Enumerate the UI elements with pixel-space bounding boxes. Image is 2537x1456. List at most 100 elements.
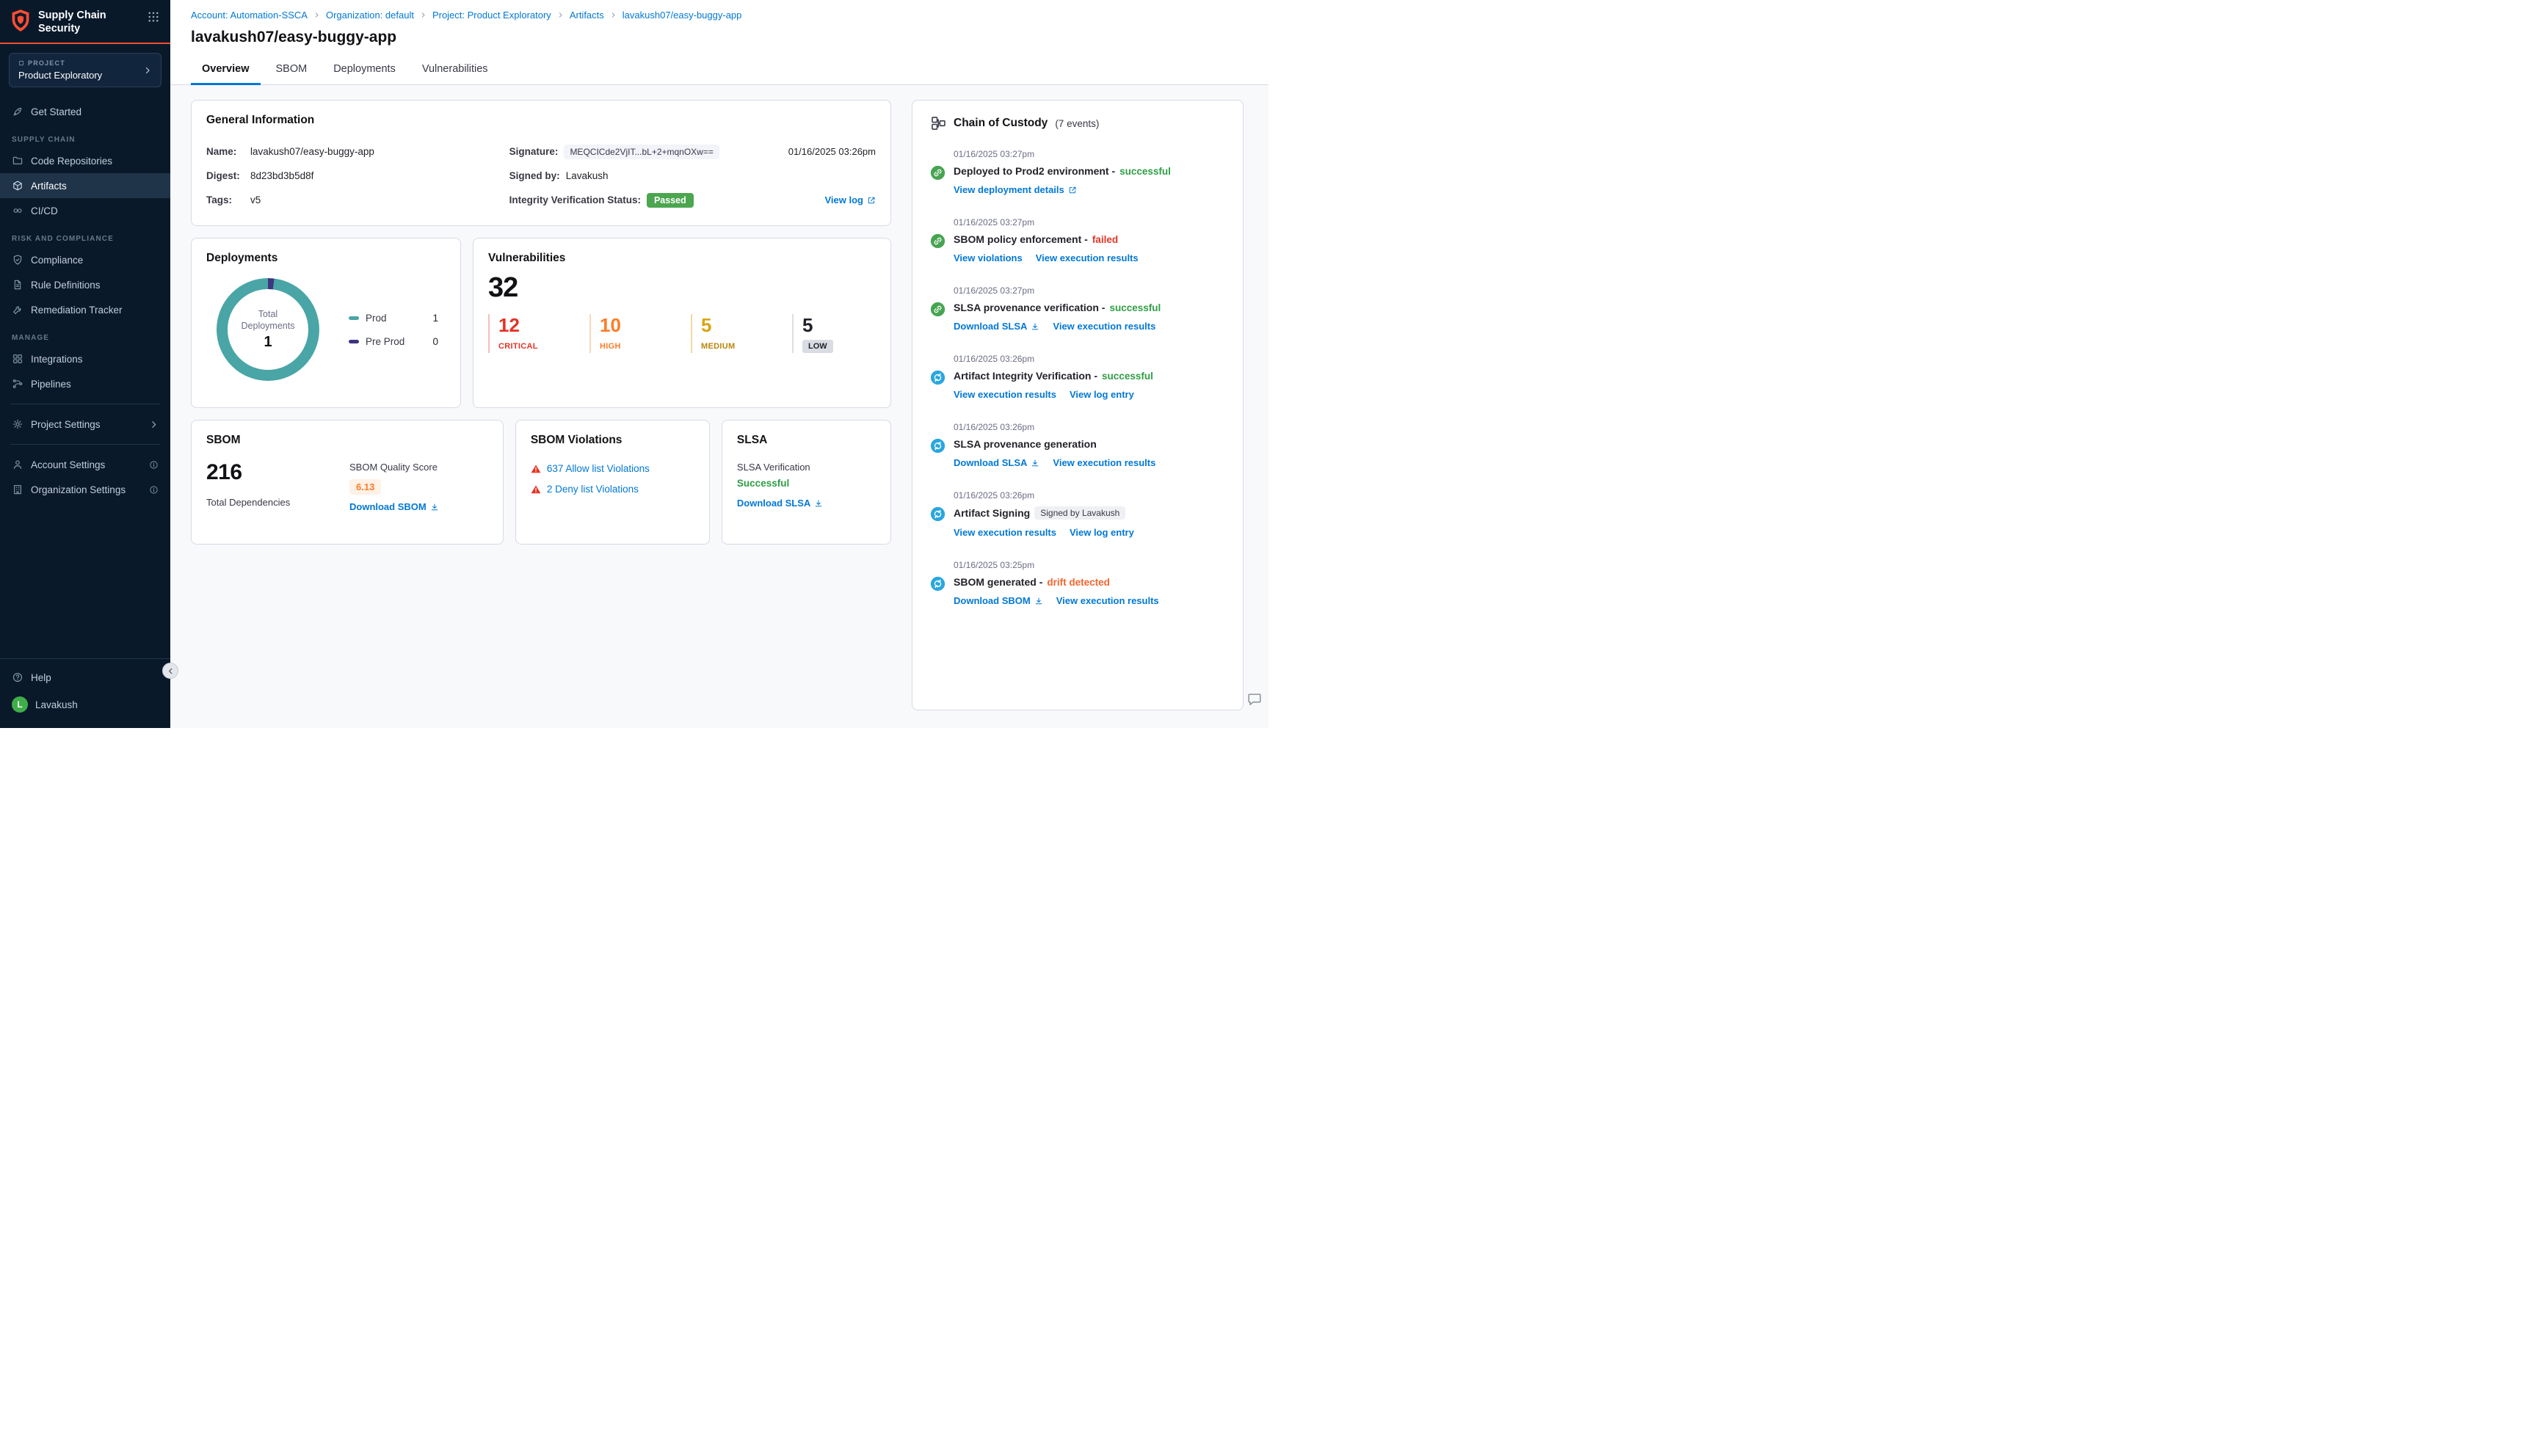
sidebar-item-integrations[interactable]: Integrations — [0, 346, 170, 371]
status-badge-passed: Passed — [646, 192, 694, 208]
link-label: Download SBOM — [349, 501, 427, 512]
view-log-entry-link[interactable]: View log entry — [1070, 389, 1134, 400]
legend-swatch-purple — [349, 339, 359, 343]
view-execution-results-link[interactable]: View execution results — [1056, 595, 1159, 606]
view-execution-results-link[interactable]: View execution results — [954, 389, 1056, 400]
link-label: View execution results — [954, 389, 1056, 400]
sidebar-item-compliance[interactable]: Compliance — [0, 247, 170, 272]
view-execution-results-link[interactable]: View execution results — [1036, 252, 1139, 263]
tab-bar: Overview SBOM Deployments Vulnerabilitie… — [170, 56, 1268, 85]
view-violations-link[interactable]: View violations — [954, 252, 1023, 263]
download-slsa-link[interactable]: Download SLSA — [954, 457, 1039, 468]
donut-total-value: 1 — [264, 334, 272, 351]
breadcrumb-project[interactable]: Project: Product Exploratory — [432, 10, 551, 21]
sidebar-item-cicd[interactable]: CI/CD — [0, 198, 170, 223]
sidebar-item-label: Project Settings — [31, 418, 101, 430]
link-label: View execution results — [1035, 252, 1139, 263]
breadcrumb-artifact-name[interactable]: lavakush07/easy-buggy-app — [623, 10, 742, 21]
sidebar-item-label: Integrations — [31, 353, 83, 365]
tab-deployments[interactable]: Deployments — [322, 56, 407, 85]
sidebar-item-project-settings[interactable]: Project Settings — [0, 412, 170, 437]
sbom-total: 216 — [206, 460, 242, 484]
repository-icon — [12, 155, 23, 167]
sidebar-nav: Get Started SUPPLY CHAIN Code Repositori… — [0, 96, 170, 658]
info-icon — [149, 460, 159, 470]
page-header: Account: Automation-SSCA Organization: d… — [170, 0, 1268, 46]
digest-label: Digest: — [206, 170, 240, 181]
download-sbom-link[interactable]: Download SBOM — [954, 595, 1043, 606]
sidebar-divider — [10, 444, 160, 445]
app-switcher-grid-icon[interactable] — [147, 10, 160, 23]
event-status: failed — [1092, 233, 1119, 245]
allow-list-violations-link[interactable]: 637 Allow list Violations — [547, 463, 650, 474]
view-log-link[interactable]: View log — [825, 194, 876, 205]
breadcrumb-account[interactable]: Account: Automation-SSCA — [191, 10, 308, 21]
download-slsa-link[interactable]: Download SLSA — [954, 321, 1039, 332]
tab-overview[interactable]: Overview — [191, 56, 261, 85]
view-execution-results-link[interactable]: View execution results — [1053, 457, 1155, 468]
event-success-link-icon — [930, 165, 946, 181]
slsa-card: SLSA SLSA Verification Successful Downlo… — [721, 420, 891, 545]
link-label: View execution results — [1056, 595, 1159, 606]
allow-list-violations-row: 637 Allow list Violations — [531, 463, 694, 474]
slsa-verification-label: SLSA Verification — [736, 462, 810, 473]
sidebar-logo[interactable]: Supply Chain Security — [0, 0, 170, 45]
sbom-quality-score-badge: 6.13 — [349, 479, 382, 495]
sidebar-item-artifacts[interactable]: Artifacts — [0, 173, 170, 199]
sidebar-item-account-settings[interactable]: Account Settings — [0, 452, 170, 477]
coc-event-slsa-generation: 01/16/2025 03:26pm SLSA provenance gener… — [930, 422, 1225, 468]
sidebar-item-pipelines[interactable]: Pipelines — [0, 371, 170, 396]
link-label: View execution results — [954, 527, 1056, 538]
chat-bubble-icon — [1246, 691, 1263, 707]
content-area: General Information Name: lavakush07/eas… — [170, 85, 1268, 728]
tab-vulnerabilities[interactable]: Vulnerabilities — [411, 56, 499, 85]
donut-legend: Prod 1 Pre Prod 0 — [349, 313, 438, 347]
sidebar-user-menu[interactable]: L Lavakush — [0, 690, 170, 719]
view-log-entry-link[interactable]: View log entry — [1070, 527, 1134, 538]
chain-of-custody-panel: Chain of Custody (7 events) 01/16/2025 0… — [912, 100, 1244, 710]
sidebar-item-organization-settings[interactable]: Organization Settings — [0, 477, 170, 502]
event-status: drift detected — [1047, 576, 1110, 588]
legend-value: 0 — [432, 335, 438, 347]
sidebar-item-remediation-tracker[interactable]: Remediation Tracker — [0, 297, 170, 322]
coc-event-slsa-verification: 01/16/2025 03:27pm SLSA provenance verif… — [930, 285, 1225, 332]
event-timestamp: 01/16/2025 03:26pm — [954, 354, 1035, 364]
card-title: SLSA — [736, 434, 768, 446]
overview-column: General Information Name: lavakush07/eas… — [191, 100, 891, 710]
link-label: Download SLSA — [954, 321, 1028, 332]
tags-label: Tags: — [206, 194, 233, 205]
sidebar-item-rule-definitions[interactable]: Rule Definitions — [0, 272, 170, 297]
event-timestamp: 01/16/2025 03:26pm — [954, 490, 1035, 500]
sidebar-collapse-button[interactable] — [162, 663, 178, 679]
view-deployment-details-link[interactable]: View deployment details — [954, 184, 1077, 195]
coc-event-sbom-generated: 01/16/2025 03:25pm SBOM generated - drif… — [930, 560, 1225, 606]
legend-label: Prod — [366, 312, 387, 324]
download-icon — [430, 503, 439, 512]
event-timestamp: 01/16/2025 03:26pm — [954, 422, 1035, 432]
event-title: SLSA provenance verification - — [954, 302, 1106, 313]
download-sbom-link[interactable]: Download SBOM — [349, 501, 439, 512]
breadcrumb-separator-icon — [557, 12, 564, 18]
breadcrumb-artifacts[interactable]: Artifacts — [570, 10, 604, 21]
tab-sbom[interactable]: SBOM — [265, 56, 319, 85]
view-execution-results-link[interactable]: View execution results — [954, 527, 1056, 538]
sidebar-item-label: CI/CD — [31, 205, 58, 216]
deny-list-violations-link[interactable]: 2 Deny list Violations — [547, 484, 639, 495]
sidebar-item-get-started[interactable]: Get Started — [0, 99, 170, 124]
sbom-card: SBOM 216 Total Dependencies SBOM Quality… — [191, 420, 504, 545]
card-title: SBOM Violations — [530, 434, 623, 446]
deployments-donut-chart: Total Deployments 1 — [217, 278, 319, 381]
breadcrumb-organization[interactable]: Organization: default — [326, 10, 414, 21]
project-name: Product Exploratory — [18, 70, 103, 81]
sidebar-item-help[interactable]: Help — [0, 665, 170, 690]
legend-value: 1 — [432, 312, 438, 324]
sidebar-item-code-repositories[interactable]: Code Repositories — [0, 148, 170, 173]
severity-high: 10 HIGH — [589, 314, 657, 353]
download-slsa-link[interactable]: Download SLSA — [737, 498, 823, 509]
project-selector[interactable]: PROJECT Product Exploratory — [9, 53, 161, 88]
sidebar-item-label: Artifacts — [31, 180, 67, 192]
view-execution-results-link[interactable]: View execution results — [1053, 321, 1155, 332]
chat-widget-button[interactable] — [1246, 691, 1263, 707]
severity-label-chip: LOW — [802, 340, 833, 353]
sidebar-item-label: Pipelines — [31, 378, 71, 390]
